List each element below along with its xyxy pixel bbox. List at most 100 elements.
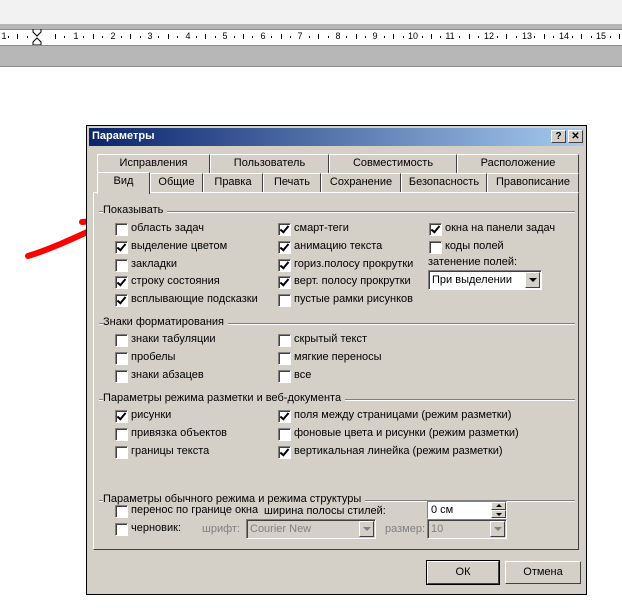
checkbox-box[interactable]: [278, 241, 291, 254]
ruler-tick: [581, 34, 582, 39]
checkbox-label: выделение цветом: [131, 240, 228, 252]
tab-file-locations[interactable]: Расположение: [457, 154, 579, 173]
tab-edit[interactable]: Правка: [203, 173, 263, 192]
close-button[interactable]: ✕: [568, 130, 583, 143]
ruler-tick: [422, 36, 423, 38]
chevron-down-icon[interactable]: [525, 272, 540, 288]
options-dialog: Параметры ? ✕ Исправления Пользователь С…: [86, 125, 587, 595]
checkbox-box[interactable]: [278, 223, 291, 236]
ruler-tick: [459, 36, 460, 38]
tab-compatibility[interactable]: Совместимость: [329, 154, 457, 173]
ruler-tick: [365, 36, 366, 38]
indent-marker-icon[interactable]: [32, 29, 42, 45]
ruler-tick: [610, 36, 611, 38]
checkbox-label: скрытый текст: [294, 333, 367, 345]
tab-save[interactable]: Сохранение: [321, 173, 401, 192]
ruler-number: 3: [147, 31, 153, 41]
tab-general[interactable]: Общие: [150, 173, 203, 192]
ruler-tick: [572, 36, 573, 38]
checkbox-box[interactable]: [429, 241, 442, 254]
tab-print[interactable]: Печать: [263, 173, 321, 192]
ruler-tick: [158, 36, 159, 38]
checkbox-label: строку состояния: [131, 275, 220, 287]
ruler-tick: [403, 36, 404, 38]
checkbox-label: пробелы: [131, 351, 176, 363]
horizontal-ruler[interactable]: 1 1 2 3 4 5 6 7 8 9 10 11 12 13 14 15: [0, 29, 622, 46]
chevron-down-icon[interactable]: [359, 521, 374, 537]
ruler-number: 1: [73, 31, 79, 41]
ruler-tick: [234, 36, 235, 38]
checkbox-box[interactable]: [115, 294, 128, 307]
field-shading-select[interactable]: При выделении: [428, 270, 542, 290]
ruler-number: 2: [110, 31, 116, 41]
ruler-tick: [591, 36, 592, 38]
checkbox-label: мягкие переносы: [294, 351, 382, 363]
ruler-number: 8: [335, 31, 341, 41]
checkbox-box[interactable]: [278, 428, 291, 441]
checkbox-label: перенос по границе окна: [131, 504, 259, 516]
ruler-tick: [393, 34, 394, 39]
checkbox-box[interactable]: [115, 223, 128, 236]
checkbox-box[interactable]: [115, 334, 128, 347]
tab-spelling[interactable]: Правописание: [487, 173, 579, 192]
checkbox-box[interactable]: [278, 370, 291, 383]
checkbox-box[interactable]: [278, 446, 291, 459]
ruler-tick: [309, 36, 310, 38]
group-divider: [99, 211, 575, 213]
ruler-number: 4: [185, 31, 191, 41]
checkbox-box[interactable]: [115, 428, 128, 441]
checkbox-box[interactable]: [115, 505, 128, 518]
size-select[interactable]: 10: [427, 519, 507, 539]
ruler-number: 7: [297, 31, 303, 41]
tab-corrections[interactable]: Исправления: [97, 154, 210, 173]
group-title-layout: Параметры режима разметки и веб-документ…: [103, 392, 346, 404]
checkbox-box[interactable]: [115, 276, 128, 289]
ok-button[interactable]: ОК: [426, 560, 500, 585]
size-label: размер:: [385, 523, 426, 535]
window-top-strip: [0, 0, 622, 25]
ruler-tick: [534, 36, 535, 38]
checkbox-box[interactable]: [115, 352, 128, 365]
tab-view[interactable]: Вид: [97, 172, 150, 194]
checkbox-label: знаки абзацев: [131, 369, 204, 381]
tab-user[interactable]: Пользователь: [210, 154, 329, 173]
spin-up-icon[interactable]: [491, 502, 506, 510]
ruler-tick: [356, 34, 357, 39]
style-area-width-spinner[interactable]: 0 см: [427, 501, 507, 519]
checkbox-label: смарт-теги: [294, 222, 349, 234]
checkbox-label: пустые рамки рисунков: [294, 293, 413, 305]
tab-security[interactable]: Безопасность: [401, 173, 487, 192]
checkbox-box[interactable]: [278, 334, 291, 347]
ruler-tick: [619, 34, 620, 39]
ruler-number: 1: [1, 31, 7, 41]
ruler-tick: [205, 34, 206, 39]
checkbox-box[interactable]: [115, 241, 128, 254]
checkbox-box[interactable]: [115, 410, 128, 423]
checkbox-box[interactable]: [115, 370, 128, 383]
checkbox-box[interactable]: [278, 352, 291, 365]
checkbox-box[interactable]: [278, 259, 291, 272]
checkbox-box[interactable]: [429, 223, 442, 236]
font-select[interactable]: Courier New: [246, 519, 376, 539]
checkbox-label: знаки табуляции: [131, 333, 216, 345]
checkbox-label: черновик:: [131, 522, 182, 534]
ruler-bottom-band: [0, 52, 622, 67]
checkbox-box[interactable]: [278, 276, 291, 289]
ruler-tick: [121, 36, 122, 38]
checkbox-box[interactable]: [115, 523, 128, 536]
field-shading-value: При выделении: [432, 274, 513, 286]
chevron-down-icon[interactable]: [490, 521, 505, 537]
spin-down-icon[interactable]: [491, 510, 506, 518]
cancel-button[interactable]: Отмена: [505, 561, 581, 584]
ruler-tick: [140, 36, 141, 38]
ruler-number: 14: [558, 31, 570, 41]
ruler-tick: [440, 36, 441, 38]
checkbox-box[interactable]: [278, 410, 291, 423]
checkbox-box[interactable]: [278, 294, 291, 307]
checkbox-box[interactable]: [115, 259, 128, 272]
field-shading-label: затенение полей:: [428, 256, 518, 268]
ruler-tick: [27, 36, 28, 38]
help-button[interactable]: ?: [551, 130, 566, 143]
checkbox-box[interactable]: [115, 446, 128, 459]
dialog-titlebar[interactable]: Параметры ? ✕: [89, 128, 584, 146]
